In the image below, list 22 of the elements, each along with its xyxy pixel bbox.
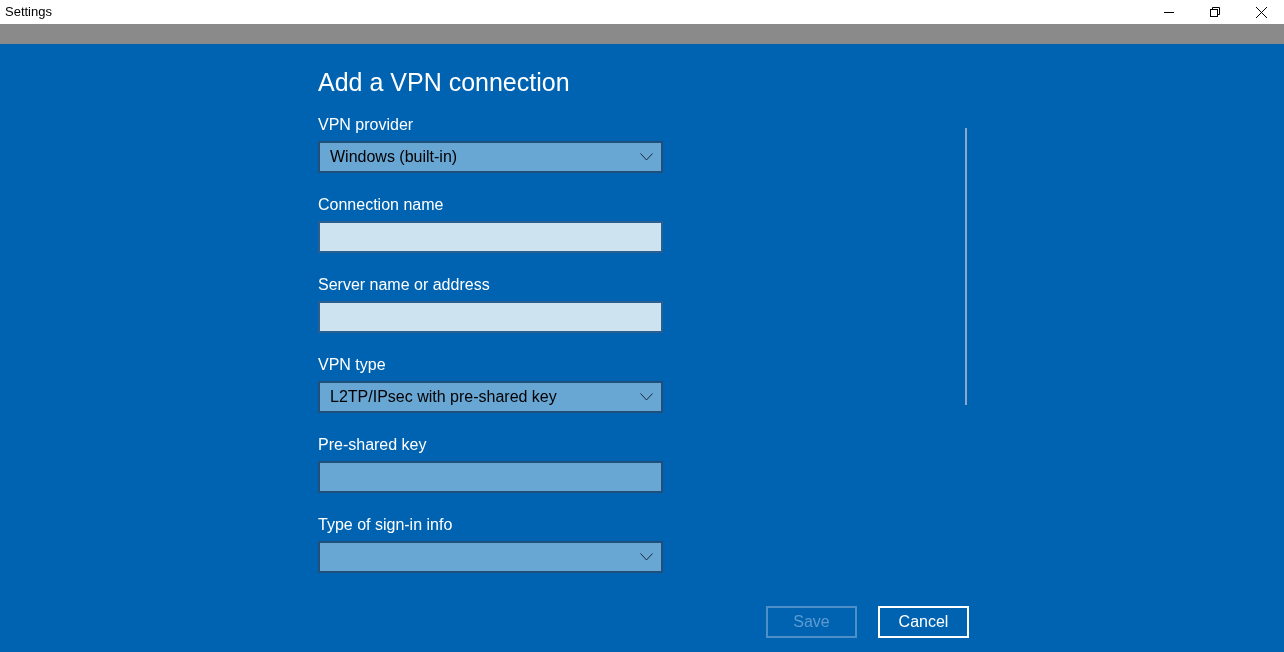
field-label: Server name or address — [318, 275, 491, 295]
field-label: Pre-shared key — [318, 435, 428, 455]
field-label: VPN type — [318, 355, 387, 375]
field-label: VPN provider — [318, 115, 415, 135]
dropdown[interactable]: L2TP/IPsec with pre-shared key — [318, 381, 663, 413]
page-title: Add a VPN connection — [318, 67, 571, 98]
scrollbar[interactable] — [965, 128, 967, 405]
cancel-button[interactable]: Cancel — [878, 606, 969, 638]
input-field[interactable] — [318, 221, 663, 253]
minimize-icon — [1164, 11, 1174, 13]
chevron-down-icon — [640, 553, 653, 561]
chevron-down-icon — [640, 393, 653, 401]
password-field[interactable] — [318, 461, 663, 493]
window-title: Settings — [5, 3, 52, 22]
input-field[interactable] — [318, 301, 663, 333]
dropdown[interactable] — [318, 541, 663, 573]
dropdown[interactable]: Windows (built-in) — [318, 141, 663, 173]
field-label: Connection name — [318, 195, 445, 215]
field-label: Type of sign-in info — [318, 515, 454, 535]
close-icon — [1255, 6, 1267, 18]
restore-icon — [1210, 7, 1220, 17]
chevron-down-icon — [640, 153, 653, 161]
